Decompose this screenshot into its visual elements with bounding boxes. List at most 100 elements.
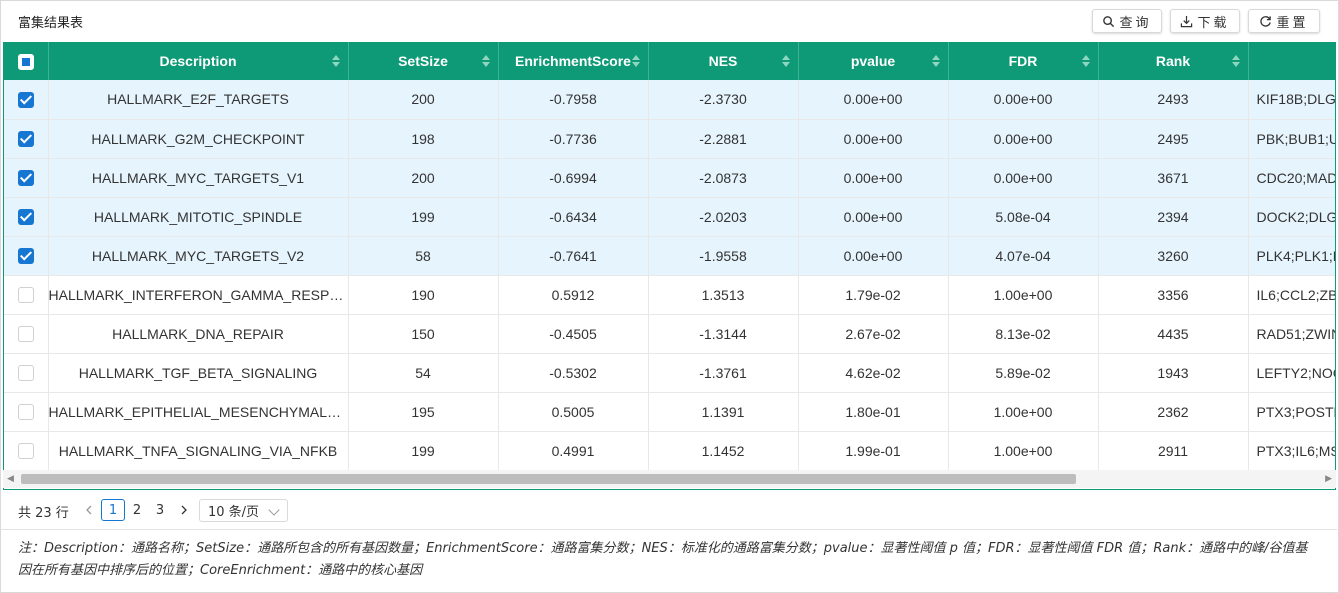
download-button[interactable]: 下载 (1170, 9, 1240, 33)
select-all-checkbox[interactable] (17, 53, 34, 70)
cell-fdr: 4.07e-04 (948, 236, 1099, 276)
cell-description: HALLMARK_EPITHELIAL_MESENCHYMAL_TR... (48, 392, 349, 432)
row-checkbox[interactable] (17, 209, 34, 226)
cell-rank: 2911 (1098, 431, 1249, 471)
sort-icon[interactable] (1231, 55, 1240, 67)
cell-pvalue: 1.80e-01 (798, 392, 949, 432)
row-select-cell[interactable] (4, 275, 49, 315)
column-header-enrichmentscore[interactable]: EnrichmentScore (498, 42, 649, 80)
page-3-button[interactable]: 3 (153, 499, 167, 521)
row-select-cell[interactable] (4, 197, 49, 237)
cell-setsize: 199 (348, 197, 499, 237)
sort-icon[interactable] (931, 55, 940, 67)
row-checkbox[interactable] (17, 248, 34, 265)
row-checkbox[interactable] (17, 287, 34, 304)
table-row[interactable]: HALLMARK_E2F_TARGETS 200 -0.7958 -2.3730 0.0… (4, 80, 1335, 120)
cell-nes: 1.3513 (648, 275, 799, 315)
select-all-cell[interactable] (4, 42, 49, 80)
cell-rank: 3671 (1098, 158, 1249, 198)
column-header-nes[interactable]: NES (648, 42, 799, 80)
column-header-coreenrichment[interactable] (1248, 42, 1335, 80)
table-row[interactable]: HALLMARK_TGF_BETA_SIGNALING 54 -0.5302 -1.3… (4, 353, 1335, 393)
table-row[interactable]: HALLMARK_MYC_TARGETS_V2 58 -0.7641 -1.9558 0… (4, 236, 1335, 276)
row-select-cell[interactable] (4, 353, 49, 393)
column-header-pvalue[interactable]: pvalue (798, 42, 949, 80)
reset-button[interactable]: 重置 (1248, 9, 1320, 33)
cell-nes: 1.1391 (648, 392, 799, 432)
cell-fdr: 5.08e-04 (948, 197, 1099, 237)
cell-pvalue: 1.99e-01 (798, 431, 949, 471)
sort-icon[interactable] (1081, 55, 1090, 67)
cell-nes: -1.3761 (648, 353, 799, 393)
column-header-description[interactable]: Description (48, 42, 349, 80)
table-row[interactable]: HALLMARK_MITOTIC_SPINDLE 199 -0.6434 -2.020… (4, 197, 1335, 237)
row-select-cell[interactable] (4, 314, 49, 354)
cell-pvalue: 2.67e-02 (798, 314, 949, 354)
row-checkbox[interactable] (17, 326, 34, 343)
page-2-button[interactable]: 2 (130, 499, 144, 521)
cell-fdr: 0.00e+00 (948, 158, 1099, 198)
page-title: 富集结果表 (18, 16, 84, 31)
table-row[interactable]: HALLMARK_DNA_REPAIR 150 -0.4505 -1.3144 2.67… (4, 314, 1335, 354)
cell-description: HALLMARK_MYC_TARGETS_V1 (48, 158, 349, 198)
row-select-cell[interactable] (4, 236, 49, 276)
cell-fdr: 5.89e-02 (948, 353, 1099, 393)
cell-setsize: 198 (348, 119, 499, 159)
sort-icon[interactable] (631, 55, 640, 67)
table-row[interactable]: HALLMARK_EPITHELIAL_MESENCHYMAL_TR... 195… (4, 392, 1335, 432)
table-note: 注：Description：通路名称；SetSize：通路所包含的所有基因数量；… (18, 541, 1308, 578)
column-label: NES (708, 53, 738, 69)
scroll-right-icon[interactable]: ▶ (1325, 474, 1332, 484)
reset-icon (1260, 15, 1272, 27)
cell-rank: 4435 (1098, 314, 1249, 354)
cell-rank: 2394 (1098, 197, 1249, 237)
row-select-cell[interactable] (4, 119, 49, 159)
row-select-cell[interactable] (4, 392, 49, 432)
table-row[interactable]: HALLMARK_G2M_CHECKPOINT 198 -0.7736 -2.2881… (4, 119, 1335, 159)
column-header-rank[interactable]: Rank (1098, 42, 1249, 80)
row-checkbox[interactable] (17, 170, 34, 187)
column-label: EnrichmentScore (515, 53, 631, 69)
cell-coreenrichment: CDC20;MAD2 (1248, 158, 1335, 198)
scroll-left-icon[interactable]: ◀ (7, 474, 14, 484)
sort-icon[interactable] (481, 55, 490, 67)
page-size-select[interactable]: 10 条/页 (199, 499, 288, 522)
row-select-cell[interactable] (4, 80, 49, 120)
row-checkbox[interactable] (17, 131, 34, 148)
row-checkbox[interactable] (17, 404, 34, 421)
cell-pvalue: 0.00e+00 (798, 158, 949, 198)
cell-pvalue: 0.00e+00 (798, 80, 949, 120)
cell-fdr: 0.00e+00 (948, 119, 1099, 159)
cell-fdr: 0.00e+00 (948, 80, 1099, 120)
download-label: 下载 (1197, 15, 1230, 31)
row-checkbox[interactable] (17, 91, 34, 108)
cell-nes: -2.0203 (648, 197, 799, 237)
cell-description: HALLMARK_MITOTIC_SPINDLE (48, 197, 349, 237)
table-row[interactable]: HALLMARK_INTERFERON_GAMMA_RESPON... 190 0.… (4, 275, 1335, 315)
column-header-fdr[interactable]: FDR (948, 42, 1099, 80)
table-body: HALLMARK_E2F_TARGETS 200 -0.7958 -2.3730 0.0… (4, 80, 1335, 471)
sort-icon[interactable] (781, 55, 790, 67)
prev-page-icon[interactable] (82, 499, 96, 521)
row-select-cell[interactable] (4, 431, 49, 471)
page-1-button[interactable]: 1 (101, 499, 125, 521)
query-button[interactable]: 查询 (1092, 9, 1162, 33)
cell-coreenrichment: IL6;CCL2;ZBP (1248, 275, 1335, 315)
next-page-icon[interactable] (177, 499, 191, 521)
table-row[interactable]: HALLMARK_TNFA_SIGNALING_VIA_NFKB 199 0.499… (4, 431, 1335, 471)
cell-description: HALLMARK_TGF_BETA_SIGNALING (48, 353, 349, 393)
cell-fdr: 1.00e+00 (948, 392, 1099, 432)
cell-enrichmentscore: 0.5005 (498, 392, 649, 432)
row-checkbox[interactable] (17, 443, 34, 460)
cell-rank: 3260 (1098, 236, 1249, 276)
cell-enrichmentscore: -0.7736 (498, 119, 649, 159)
cell-rank: 3356 (1098, 275, 1249, 315)
cell-setsize: 199 (348, 431, 499, 471)
sort-icon[interactable] (331, 55, 340, 67)
row-select-cell[interactable] (4, 158, 49, 198)
horizontal-scrollbar[interactable]: ◀ ▶ (3, 470, 1336, 488)
column-header-setsize[interactable]: SetSize (348, 42, 499, 80)
scrollbar-thumb[interactable] (21, 474, 1076, 484)
table-row[interactable]: HALLMARK_MYC_TARGETS_V1 200 -0.6994 -2.0873… (4, 158, 1335, 198)
row-checkbox[interactable] (17, 365, 34, 382)
